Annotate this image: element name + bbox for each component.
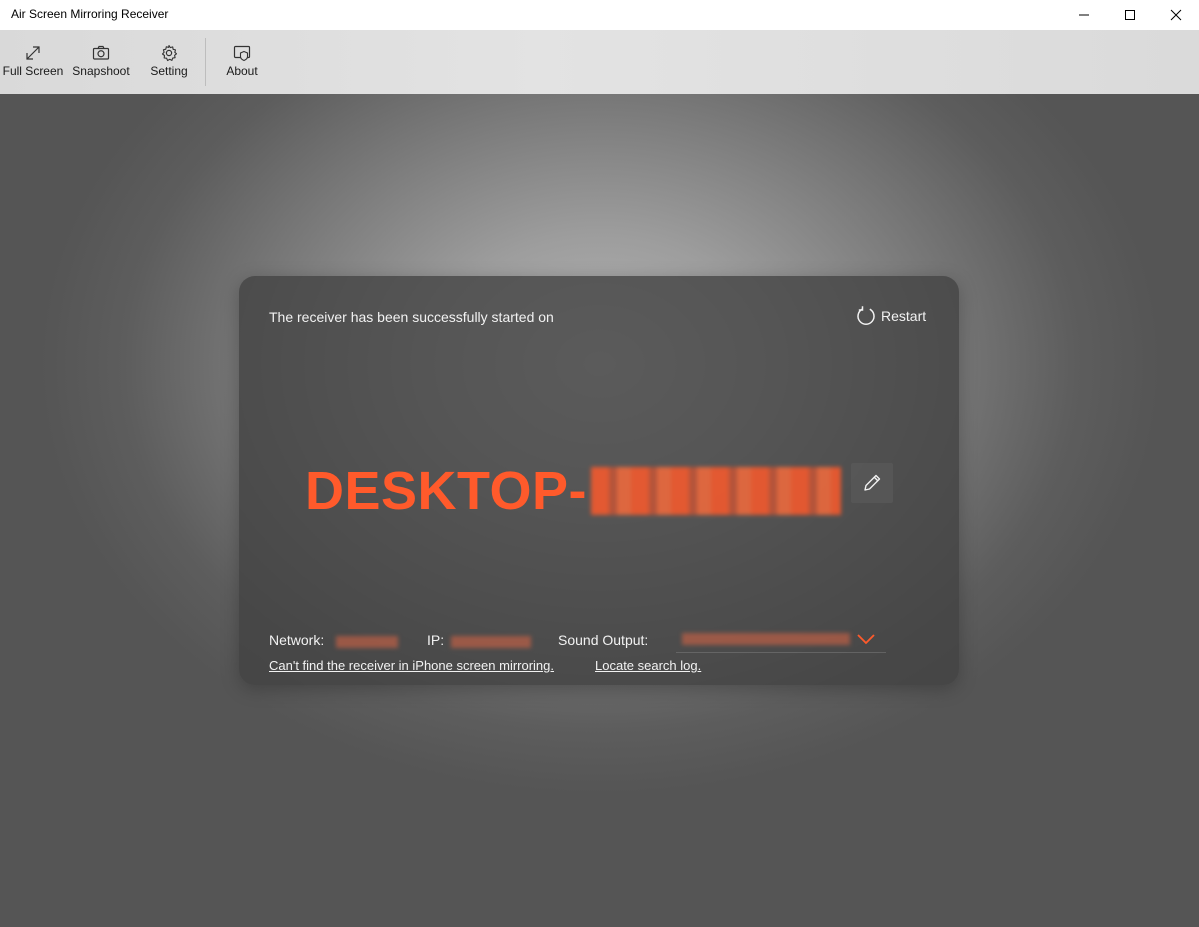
minimize-button[interactable] [1061, 0, 1107, 30]
restart-icon [857, 306, 875, 325]
about-button[interactable]: About [209, 30, 275, 94]
about-icon [233, 45, 251, 62]
help-link[interactable]: Can't find the receiver in iPhone screen… [269, 658, 554, 673]
title-bar: Air Screen Mirroring Receiver [0, 0, 1199, 30]
network-value-redacted [336, 636, 398, 648]
close-button[interactable] [1153, 0, 1199, 30]
maximize-button[interactable] [1107, 0, 1153, 30]
sound-output-select[interactable] [676, 626, 886, 653]
setting-button[interactable]: Setting [136, 30, 202, 94]
snapshoot-label: Snapshoot [72, 64, 130, 78]
chevron-down-icon [857, 634, 875, 645]
full-screen-button[interactable]: Full Screen [0, 30, 66, 94]
about-label: About [226, 64, 258, 78]
close-icon [1170, 9, 1182, 21]
full-screen-label: Full Screen [2, 64, 64, 78]
gear-icon [161, 44, 178, 62]
minimize-icon [1079, 14, 1089, 16]
camera-icon [92, 45, 110, 60]
window-title: Air Screen Mirroring Receiver [11, 7, 169, 21]
device-name-prefix: DESKTOP- [305, 461, 588, 521]
pencil-icon [864, 474, 881, 491]
locate-log-link[interactable]: Locate search log. [595, 658, 701, 673]
edit-name-button[interactable] [851, 463, 893, 503]
toolbar-separator [205, 38, 206, 86]
network-label: Network: [269, 632, 325, 648]
expand-icon [26, 46, 40, 60]
sound-output-value-redacted [682, 633, 850, 645]
sound-output-label: Sound Output: [558, 632, 649, 648]
snapshoot-button[interactable]: Snapshoot [68, 30, 134, 94]
status-text: The receiver has been successfully start… [269, 309, 554, 325]
ip-value-redacted [451, 636, 531, 648]
restart-button[interactable]: Restart [855, 305, 926, 327]
setting-label: Setting [150, 64, 188, 78]
ip-label: IP: [427, 632, 445, 648]
toolbar: Full Screen Snapshoot Setting About [0, 30, 1199, 94]
receiver-card: The receiver has been successfully start… [239, 276, 959, 685]
device-name: DESKTOP- [305, 460, 842, 522]
restart-label: Restart [881, 308, 927, 324]
device-name-redacted [591, 467, 842, 515]
maximize-icon [1125, 10, 1135, 20]
